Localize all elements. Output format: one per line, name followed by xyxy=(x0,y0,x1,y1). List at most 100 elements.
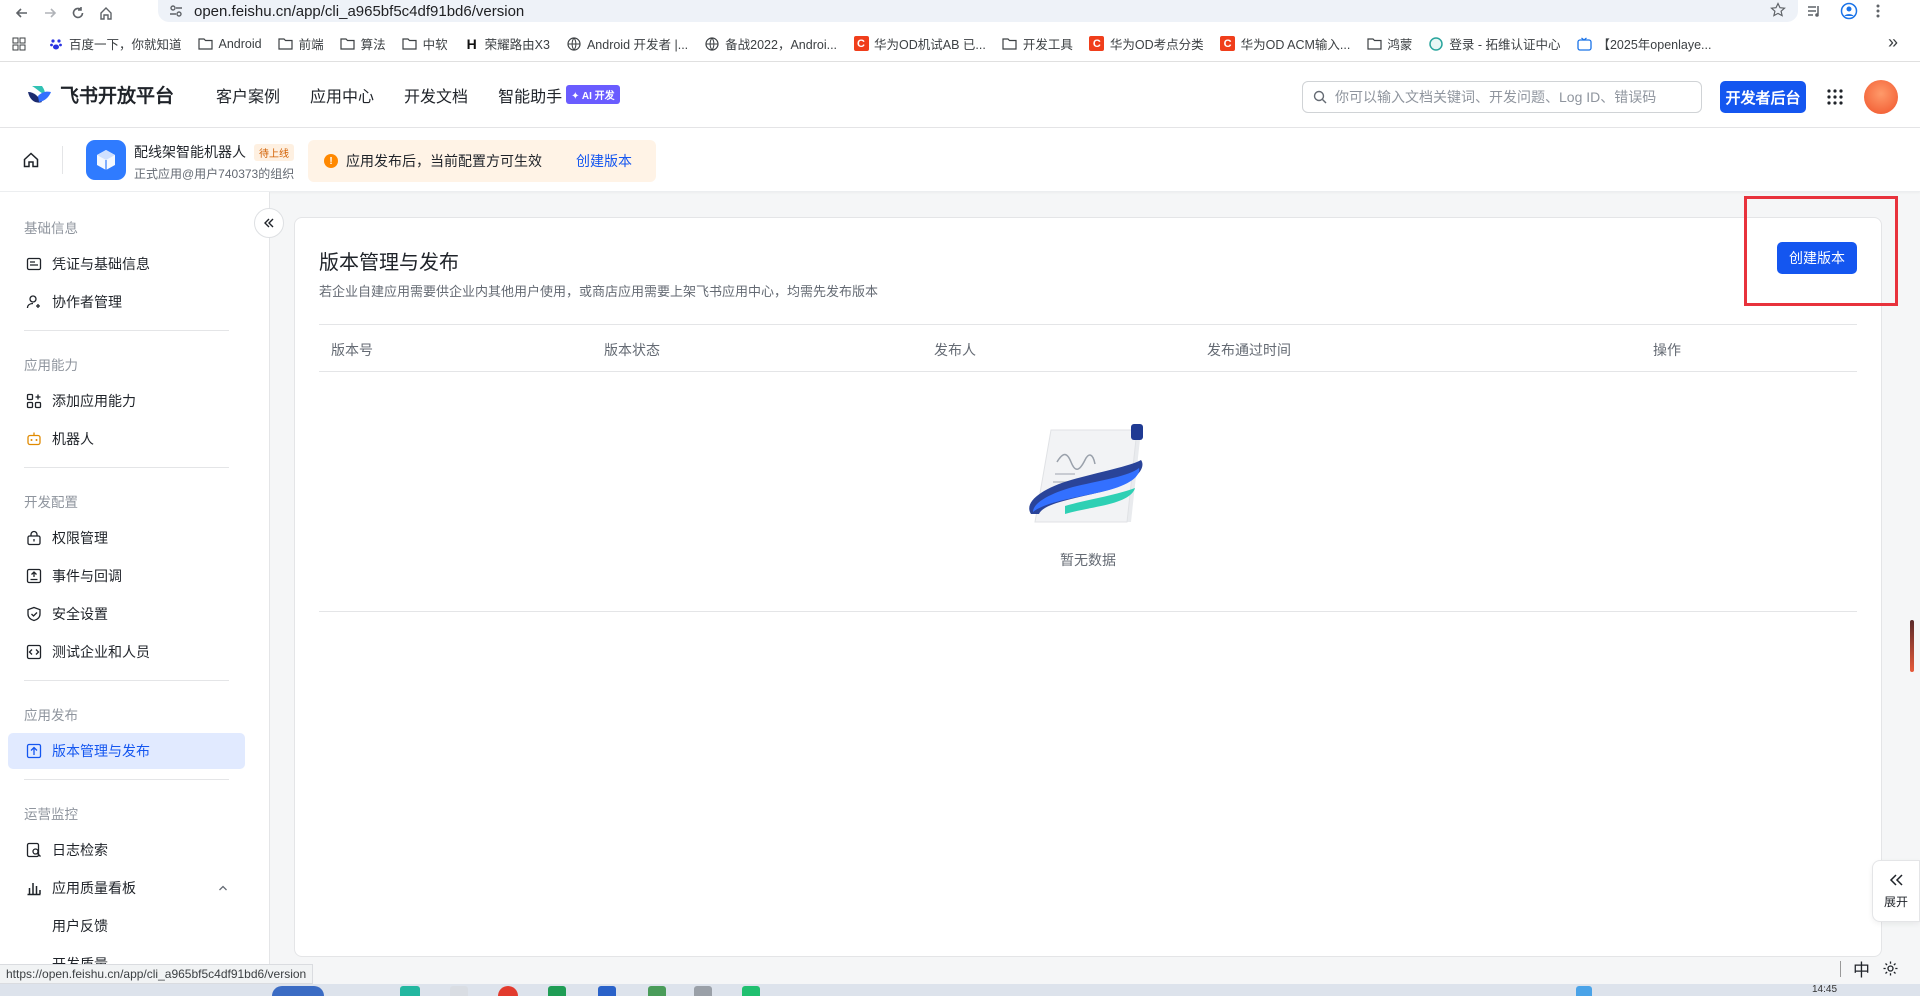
code-icon xyxy=(26,644,42,660)
column-header-publisher: 发布人 xyxy=(934,342,976,358)
lock-icon xyxy=(26,530,42,546)
bookmark-item[interactable]: Android xyxy=(198,32,262,56)
taskbar-app-icon[interactable] xyxy=(450,986,468,996)
sidebar-item-quality-board[interactable]: 应用质量看板 xyxy=(8,870,245,906)
apps-grid-icon[interactable] xyxy=(12,32,26,56)
reload-icon[interactable] xyxy=(64,0,92,26)
bookmark-label: 百度一下，你就知道 xyxy=(69,38,182,52)
expand-label: 展开 xyxy=(1883,894,1908,909)
bookmark-item[interactable]: 中软 xyxy=(402,32,448,56)
bookmarks-bar: 百度一下，你就知道 Android 前端 算法 中软 H 荣耀路由X3 Android 开发者… xyxy=(0,26,1920,62)
bookmark-item[interactable]: 备战2022，Androi... xyxy=(704,32,837,56)
sidebar-item-test-org[interactable]: 测试企业和人员 xyxy=(8,634,245,670)
notice-create-version-link[interactable]: 创建版本 xyxy=(576,151,632,171)
sidebar-item-permissions[interactable]: 权限管理 xyxy=(8,520,245,556)
taskbar-app-icon[interactable] xyxy=(694,986,712,996)
app-bar: 配线架智能机器人 待上线 正式应用@用户740373的组织 ! 应用发布后，当前… xyxy=(0,128,1920,192)
highlight-annotation xyxy=(1744,196,1898,306)
sidebar-item-add-capability[interactable]: 添加应用能力 xyxy=(8,383,245,419)
site-settings-icon[interactable] xyxy=(168,3,184,19)
sidebar-item-robot[interactable]: 机器人 xyxy=(8,421,245,457)
search-input[interactable]: 你可以输入文档关键词、开发问题、Log ID、错误码 xyxy=(1302,81,1702,113)
taskbar-app-icon[interactable] xyxy=(400,986,420,996)
bookmark-star-icon[interactable] xyxy=(1770,2,1786,18)
user-avatar[interactable] xyxy=(1864,80,1898,114)
forward-icon[interactable] xyxy=(36,0,64,26)
back-icon[interactable] xyxy=(8,0,36,26)
event-icon xyxy=(26,568,42,584)
search-icon xyxy=(1313,90,1327,104)
url-text: open.feishu.cn/app/cli_a965bf5c4df91bd6/… xyxy=(194,2,525,20)
sidebar-item-credentials[interactable]: 凭证与基础信息 xyxy=(8,246,245,282)
apps-menu-icon[interactable] xyxy=(1826,88,1844,106)
bookmark-item[interactable]: H 荣耀路由X3 xyxy=(464,32,550,56)
app-title[interactable]: 配线架智能机器人 待上线 xyxy=(134,142,294,162)
taskbar-app-icon[interactable] xyxy=(742,986,760,996)
column-header-status: 版本状态 xyxy=(604,342,660,358)
bookmark-item[interactable]: 鸿蒙 xyxy=(1366,32,1412,56)
gear-icon[interactable] xyxy=(1882,960,1899,977)
bookmark-label: 华为OD考点分类 xyxy=(1109,38,1204,52)
bookmark-item[interactable]: 百度一下，你就知道 xyxy=(48,32,182,56)
bookmark-label: 备战2022，Androi... xyxy=(725,38,838,52)
sidebar: 基础信息 凭证与基础信息 协作者管理 应用能力 添加应用能力 机器人 开发配置 … xyxy=(0,192,270,967)
bookmark-label: 开发工具 xyxy=(1022,38,1073,52)
sidebar-item-events[interactable]: 事件与回调 xyxy=(8,558,245,594)
publish-notice: ! 应用发布后，当前配置方可生效 创建版本 xyxy=(308,140,656,182)
collapse-sidebar-button[interactable] xyxy=(254,208,284,238)
bookmark-item[interactable]: C 华为OD考点分类 xyxy=(1089,32,1204,56)
address-bar[interactable]: open.feishu.cn/app/cli_a965bf5c4df91bd6/… xyxy=(158,0,1798,22)
sidebar-item-user-feedback[interactable]: 用户反馈 xyxy=(8,908,245,944)
divider xyxy=(24,330,229,331)
app-name-text: 配线架智能机器人 xyxy=(134,144,246,160)
chevron-up-icon[interactable] xyxy=(217,882,229,894)
bookmark-item[interactable]: 【2025年openlaye... xyxy=(1576,32,1711,56)
home-icon[interactable] xyxy=(22,151,40,169)
bar-chart-icon xyxy=(26,880,42,896)
nav-assistant[interactable]: 智能助手 ✦ AI 开发 xyxy=(498,83,620,107)
developer-console-button[interactable]: 开发者后台 xyxy=(1720,81,1806,113)
taskbar-app-icon[interactable] xyxy=(598,986,616,996)
bookmarks-overflow-icon[interactable]: » xyxy=(1888,32,1898,53)
empty-document-illustration xyxy=(1023,422,1149,532)
menu-kebab-icon[interactable] xyxy=(1876,3,1880,19)
sidebar-item-label: 版本管理与发布 xyxy=(52,743,150,759)
sidebar-item-version-publish[interactable]: 版本管理与发布 xyxy=(8,733,245,769)
sidebar-item-collaborators[interactable]: 协作者管理 xyxy=(8,284,245,320)
ime-indicator[interactable]: 中 xyxy=(1840,956,1899,981)
main-nav: 客户案例 应用中心 开发文档 智能助手 ✦ AI 开发 xyxy=(216,83,620,107)
brand-logo[interactable]: 飞书开放平台 xyxy=(26,81,174,108)
sidebar-item-label: 添加应用能力 xyxy=(52,393,136,409)
taskbar-app-icon[interactable] xyxy=(498,986,518,996)
sidebar-item-security[interactable]: 安全设置 xyxy=(8,596,245,632)
nav-cases[interactable]: 客户案例 xyxy=(216,83,280,107)
taskbar-app-icon[interactable] xyxy=(648,986,666,996)
bookmark-item[interactable]: C 华为OD机试AB 已... xyxy=(853,32,986,56)
log-search-icon xyxy=(26,842,42,858)
notice-text: 应用发布后，当前配置方可生效 xyxy=(346,153,542,169)
media-icon[interactable] xyxy=(1806,3,1822,19)
bookmark-item[interactable]: C 华为OD ACM输入... xyxy=(1220,32,1350,56)
home-browser-icon[interactable] xyxy=(92,0,120,26)
column-header-version: 版本号 xyxy=(331,342,373,358)
scroll-indicator[interactable] xyxy=(1910,620,1914,672)
taskbar-app-icon[interactable] xyxy=(1576,986,1592,996)
search-placeholder: 你可以输入文档关键词、开发问题、Log ID、错误码 xyxy=(1335,89,1657,105)
bookmark-item[interactable]: 开发工具 xyxy=(1002,32,1073,56)
column-header-actions: 操作 xyxy=(1653,342,1681,358)
profile-icon[interactable] xyxy=(1840,2,1858,20)
nav-app-center[interactable]: 应用中心 xyxy=(310,83,374,107)
taskbar-app-icon[interactable] xyxy=(548,986,566,996)
sidebar-item-log-search[interactable]: 日志检索 xyxy=(8,832,245,868)
h-logo-icon: H xyxy=(466,35,477,52)
link-preview-status: https://open.feishu.cn/app/cli_a965bf5c4… xyxy=(0,964,314,984)
upload-icon xyxy=(26,743,42,759)
nav-docs[interactable]: 开发文档 xyxy=(404,83,468,107)
bookmark-item[interactable]: 前端 xyxy=(278,32,324,56)
bookmark-item[interactable]: 登录 - 拓维认证中心 xyxy=(1428,32,1560,56)
bookmark-item[interactable]: Android 开发者 |... xyxy=(566,32,688,56)
bookmark-item[interactable]: 算法 xyxy=(340,32,386,56)
taskbar-app-icon[interactable] xyxy=(272,986,324,996)
expand-panel-button[interactable]: 展开 xyxy=(1872,860,1920,922)
robot-icon xyxy=(26,431,42,447)
